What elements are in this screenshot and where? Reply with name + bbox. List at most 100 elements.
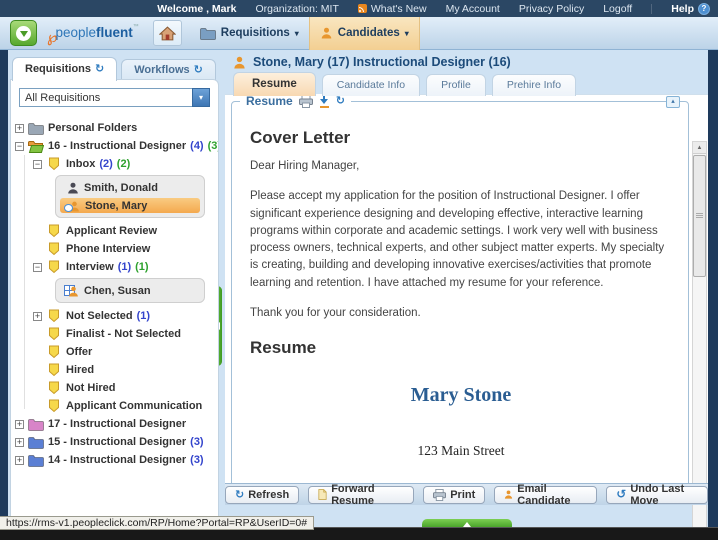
cover-letter-salutation: Dear Hiring Manager, xyxy=(250,160,360,172)
right-border-strip xyxy=(708,50,718,527)
workflow-flag-icon xyxy=(46,309,62,323)
refresh-icon[interactable] xyxy=(194,65,203,75)
count-active: (3) xyxy=(190,454,204,466)
count-new: (1) xyxy=(135,261,149,273)
inbox-candidate-list: Smith, Donald Stone, Mary xyxy=(55,175,205,218)
count-new: (2) xyxy=(116,158,131,170)
top-utility-bar: Welcome , Mark Organization: MIT What's … xyxy=(0,0,718,17)
chevron-down-icon xyxy=(295,27,299,39)
nav-requisitions-menu[interactable]: Requisitions xyxy=(190,17,309,50)
print-button[interactable]: Print xyxy=(423,485,486,504)
sidebar-tab-workflows[interactable]: Workflows xyxy=(121,59,216,81)
document-icon xyxy=(318,488,327,501)
interview-candidate-list: Chen, Susan xyxy=(55,278,205,303)
cover-letter-heading: Cover Letter xyxy=(250,128,351,147)
logoff-link[interactable]: Logoff xyxy=(603,3,632,15)
collapse-header-button[interactable] xyxy=(10,20,37,46)
count-active: (4) xyxy=(190,140,204,152)
requisition-filter-select[interactable]: All Requisitions xyxy=(19,88,210,107)
tab-profile[interactable]: Profile xyxy=(426,74,486,96)
refresh-icon[interactable] xyxy=(95,64,104,74)
tree-item-offer[interactable]: Offer xyxy=(15,343,216,361)
tree-item-hired[interactable]: Hired xyxy=(15,361,216,379)
count-new: (3) xyxy=(207,140,218,152)
resume-heading: Resume xyxy=(250,338,317,357)
tree-item-requisition-16[interactable]: − 16 - Instructional Designer (4)(3) xyxy=(15,137,218,155)
candidate-detail-panel: Stone, Mary (17) Instructional Designer … xyxy=(225,50,708,540)
folder-icon xyxy=(28,435,44,449)
folder-icon xyxy=(200,27,216,40)
privacy-policy-link[interactable]: Privacy Policy xyxy=(519,3,584,15)
scrollbar-thumb[interactable] xyxy=(693,155,706,277)
print-icon xyxy=(433,489,446,501)
tree-item-phone-interview[interactable]: Phone Interview xyxy=(15,240,216,258)
folder-icon xyxy=(28,417,44,431)
undo-last-move-button[interactable]: Undo Last Move xyxy=(606,483,708,507)
tree-expander[interactable]: − xyxy=(33,262,42,272)
nav-candidates-menu[interactable]: Candidates xyxy=(308,16,420,50)
undo-icon xyxy=(616,489,626,500)
forward-resume-button[interactable]: Forward Resume xyxy=(308,483,415,507)
peoplefluent-logo[interactable]: ℘ peoplefluent™ xyxy=(47,24,139,45)
my-account-link[interactable]: My Account xyxy=(446,3,500,15)
candidate-stone-mary[interactable]: Stone, Mary xyxy=(60,198,200,213)
resume-candidate-name: Mary Stone xyxy=(410,384,512,406)
help-link[interactable]: Help ? xyxy=(671,2,710,15)
workflow-flag-icon xyxy=(46,224,62,238)
tree-item-finalist-not-selected[interactable]: Finalist - Not Selected xyxy=(15,325,216,343)
folder-open-icon xyxy=(28,139,44,153)
scroll-up-arrow[interactable]: ▲ xyxy=(693,142,706,154)
divider xyxy=(651,3,653,14)
tree-item-personal-folders[interactable]: + Personal Folders xyxy=(15,119,216,137)
person-icon xyxy=(504,489,513,500)
tree-expander[interactable]: − xyxy=(33,159,42,169)
home-button[interactable] xyxy=(152,20,182,46)
browser-status-popup: https://rms-v1.peopleclick.com/RP/Home?P… xyxy=(0,516,315,530)
tree-item-not-selected[interactable]: + Not Selected (1) xyxy=(15,307,216,325)
workflow-flag-icon xyxy=(46,399,62,413)
resume-address-line1: 123 Main Street xyxy=(417,443,505,458)
tree-expander[interactable]: − xyxy=(15,141,24,151)
candidate-tabs: Resume Candidate Info Profile Prehire In… xyxy=(233,72,577,96)
left-border-strip xyxy=(0,50,8,527)
count-active: (2) xyxy=(99,158,113,170)
tree-expander[interactable]: + xyxy=(15,123,24,133)
tree-item-requisition-14[interactable]: + 14 - Instructional Designer (3) xyxy=(15,451,216,469)
tab-candidate-info[interactable]: Candidate Info xyxy=(321,74,421,96)
resume-document: Cover Letter Dear Hiring Manager, Please… xyxy=(232,102,688,502)
organization-label: Organization: MIT xyxy=(255,2,339,15)
sidebar-tab-requisitions[interactable]: Requisitions xyxy=(12,57,118,81)
whats-new-link[interactable]: What's New xyxy=(357,3,427,15)
tab-prehire-info[interactable]: Prehire Info xyxy=(491,74,577,96)
resume-tab-body: Resume Cover Letter Dear Hiring Manager,… xyxy=(225,94,708,540)
person-icon xyxy=(233,56,246,69)
candidate-icon xyxy=(64,199,80,212)
tree-item-requisition-15[interactable]: + 15 - Instructional Designer (3) xyxy=(15,433,216,451)
candidate-icon xyxy=(64,181,79,194)
tree-expander[interactable]: + xyxy=(15,455,24,465)
tree-expander[interactable]: + xyxy=(33,311,42,321)
tree-item-applicant-review[interactable]: Applicant Review xyxy=(15,222,216,240)
tree-item-not-hired[interactable]: Not Hired xyxy=(15,379,216,397)
logo-text-people: people xyxy=(55,25,97,40)
refresh-button[interactable]: Refresh xyxy=(225,485,300,504)
vertical-scrollbar[interactable]: ▲ ▼ xyxy=(692,141,707,540)
rss-icon xyxy=(357,4,367,13)
tree-item-interview[interactable]: − Interview (1) (1) xyxy=(15,258,216,276)
workflow-flag-icon xyxy=(46,345,62,359)
dropdown-chevron-icon[interactable] xyxy=(192,88,210,107)
candidate-smith-donald[interactable]: Smith, Donald xyxy=(64,180,196,195)
requisition-tree-panel: All Requisitions + Personal Folders − 16… xyxy=(10,79,219,525)
tree-expander[interactable]: + xyxy=(15,437,24,447)
tree-item-inbox[interactable]: − Inbox (2) (2) xyxy=(15,155,216,173)
main-navigation-bar: ℘ peoplefluent™ Requisitions Candidates xyxy=(0,16,718,50)
page-title: Stone, Mary (17) Instructional Designer … xyxy=(253,55,511,69)
tree-item-requisition-17[interactable]: + 17 - Instructional Designer xyxy=(15,415,216,433)
help-icon: ? xyxy=(698,2,710,15)
email-candidate-button[interactable]: Email Candidate xyxy=(494,483,598,507)
logo-trademark: ™ xyxy=(132,24,139,30)
tree-item-applicant-communication[interactable]: Applicant Communication xyxy=(15,397,216,415)
tab-resume[interactable]: Resume xyxy=(233,72,316,96)
tree-expander[interactable]: + xyxy=(15,419,24,429)
candidate-chen-susan[interactable]: Chen, Susan xyxy=(64,283,196,298)
